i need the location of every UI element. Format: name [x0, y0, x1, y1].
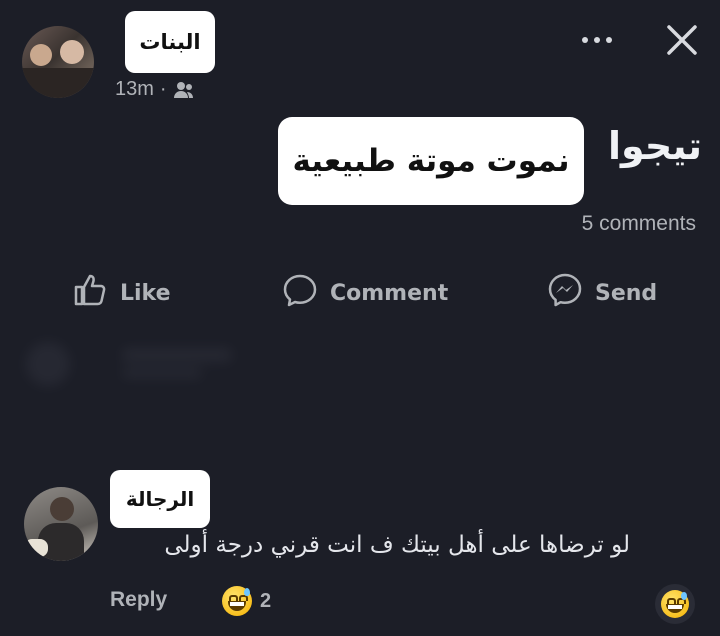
post-time: 13m — [115, 78, 154, 100]
grinning-sweat-emoji-button-icon — [661, 590, 689, 618]
meta-separator: · — [159, 78, 167, 100]
send-button[interactable]: Send — [547, 272, 657, 314]
like-button[interactable]: Like — [72, 272, 171, 314]
send-label: Send — [595, 280, 658, 306]
post-author-name-label[interactable]: البنات — [125, 11, 215, 73]
grinning-sweat-emoji — [222, 586, 252, 616]
post-meta: 13m · — [115, 78, 195, 101]
comment-label: Comment — [330, 280, 449, 306]
comments-count-text: 5 comments — [581, 212, 696, 235]
comment-reactions[interactable]: 2 — [222, 586, 271, 616]
comment-text-content: لو ترضاها على أهل بيتك ف انت قرني درجة أ… — [164, 532, 630, 558]
comment-author-name: الرجالة — [125, 487, 195, 511]
post-author-name: البنات — [139, 30, 201, 54]
react-button[interactable] — [655, 584, 695, 624]
close-icon[interactable] — [664, 22, 700, 58]
comment-author-name-label[interactable]: الرجالة — [110, 470, 210, 528]
messenger-icon — [547, 272, 583, 314]
post-body-prefix: تيجوا — [582, 124, 702, 184]
like-label: Like — [120, 280, 171, 306]
comment-author-avatar[interactable] — [24, 487, 98, 561]
friends-icon[interactable] — [173, 81, 195, 99]
reaction-count: 2 — [260, 589, 272, 612]
blurred-comment-placeholder — [26, 338, 246, 386]
more-dots-icon[interactable] — [582, 32, 622, 48]
post-body-highlight-text: نموت موتة طبيعية — [292, 143, 570, 179]
post-author-avatar[interactable] — [22, 26, 94, 98]
reply-label: Reply — [110, 588, 168, 611]
comments-count-link[interactable]: 5 comments — [582, 212, 696, 236]
comment-button[interactable]: Comment — [282, 272, 448, 314]
like-icon — [72, 272, 108, 314]
comment-text: لو ترضاها على أهل بيتك ف انت قرني درجة أ… — [164, 532, 630, 558]
reply-button[interactable]: Reply — [110, 588, 167, 612]
post-body-highlight: نموت موتة طبيعية — [278, 117, 584, 205]
comment-icon — [282, 272, 318, 314]
post-body-prefix-text: تيجوا — [607, 124, 702, 168]
